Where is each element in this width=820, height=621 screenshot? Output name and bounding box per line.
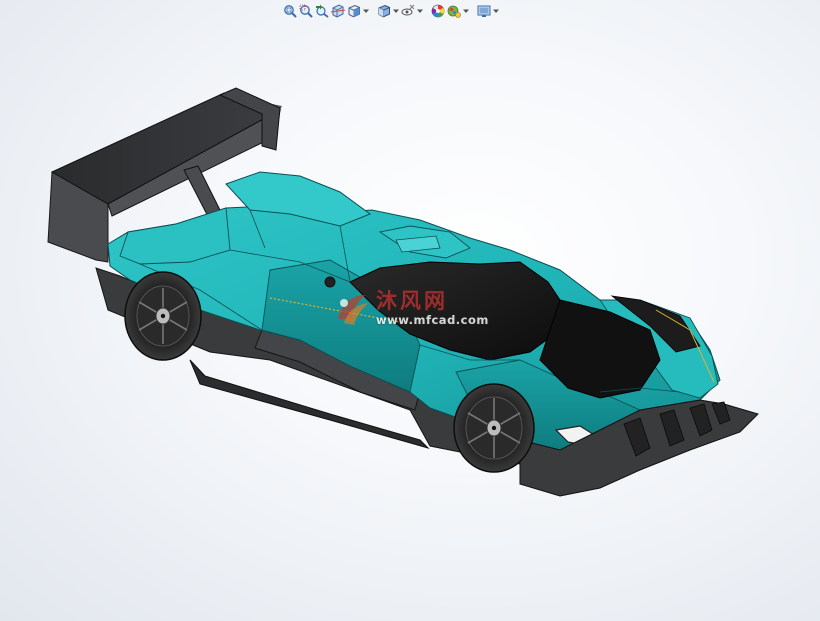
watermark-url: www.mfcad.com bbox=[376, 313, 489, 328]
graphics-viewport[interactable]: 沐风网 www.mfcad.com bbox=[0, 0, 820, 621]
front-wheel bbox=[453, 383, 535, 473]
watermark: 沐风网 www.mfcad.com bbox=[332, 286, 502, 332]
watermark-brand: 沐风网 bbox=[376, 289, 448, 314]
watermark-text: 沐风网 www.mfcad.com bbox=[376, 291, 489, 327]
rear-wheel bbox=[124, 271, 202, 361]
mfcad-logo-icon bbox=[338, 295, 368, 325]
